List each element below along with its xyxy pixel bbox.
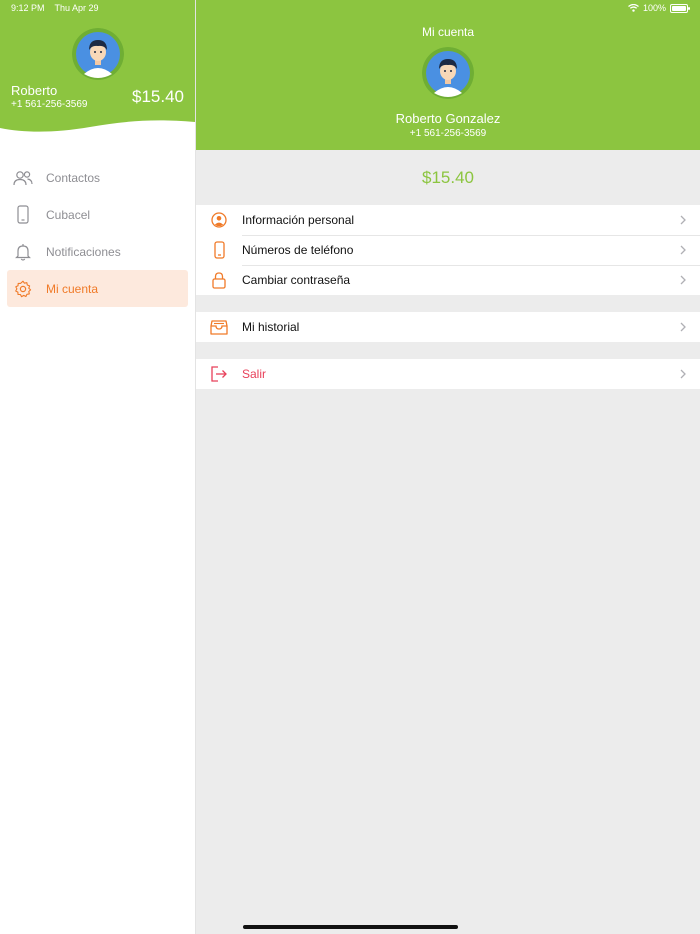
avatar[interactable] (72, 28, 124, 80)
account-header: Mi cuenta Roberto Gonzalez +1 561-256-35… (196, 0, 700, 150)
lock-icon (210, 271, 228, 289)
settings-group-account: Información personal Números de teléfono… (196, 205, 700, 295)
avatar[interactable] (422, 47, 474, 99)
user-phone: +1 561-256-3569 (409, 128, 487, 139)
sidebar-item-label: Notificaciones (46, 244, 121, 259)
sidebar-user-phone: +1 561-256-3569 (11, 99, 88, 110)
row-numeros-telefono[interactable]: Números de teléfono (196, 235, 700, 265)
sidebar-item-notificaciones[interactable]: Notificaciones (7, 233, 188, 270)
row-label: Información personal (242, 213, 355, 227)
settings-group-history: Mi historial (196, 312, 700, 342)
user-full-name: Roberto Gonzalez (395, 111, 501, 126)
chevron-right-icon (680, 275, 686, 285)
row-label: Números de teléfono (242, 243, 354, 257)
sidebar-user-name: Roberto (11, 83, 58, 98)
sidebar-balance: $15.40 (132, 87, 184, 106)
person-circle-icon (210, 211, 228, 229)
status-bar-right: 100% (628, 3, 690, 13)
row-label: Cambiar contraseña (242, 273, 351, 287)
main-panel: Mi cuenta Roberto Gonzalez +1 561-256-35… (196, 0, 700, 934)
sidebar-header: Roberto +1 561-256-3569 $15.40 (0, 0, 195, 140)
sidebar-item-label: Cubacel (46, 207, 91, 222)
group-separator (196, 342, 700, 359)
sidebar-menu: Contactos Cubacel Notificaciones Mi cuen… (0, 159, 195, 307)
phone-device-icon (13, 205, 33, 225)
row-mi-historial[interactable]: Mi historial (196, 312, 700, 342)
bell-icon (13, 242, 33, 262)
row-informacion-personal[interactable]: Información personal (196, 205, 700, 235)
wifi-icon (628, 4, 639, 12)
chevron-right-icon (680, 245, 686, 255)
chevron-right-icon (680, 215, 686, 225)
chevron-right-icon (680, 322, 686, 332)
sidebar: Roberto +1 561-256-3569 $15.40 Contactos… (0, 0, 196, 934)
sidebar-item-mi-cuenta[interactable]: Mi cuenta (7, 270, 188, 307)
sidebar-item-label: Mi cuenta (46, 281, 99, 296)
logout-button[interactable]: Salir (196, 359, 700, 389)
people-icon (13, 168, 33, 188)
status-bar-left: 9:12 PM Thu Apr 29 (11, 3, 109, 13)
chevron-right-icon (680, 369, 686, 379)
inbox-tray-icon (210, 318, 228, 336)
sidebar-item-label: Contactos (46, 170, 101, 185)
row-cambiar-contrasena[interactable]: Cambiar contraseña (196, 265, 700, 295)
page-title: Mi cuenta (421, 25, 475, 39)
settings-group-logout: Salir (196, 359, 700, 389)
sidebar-item-contactos[interactable]: Contactos (7, 159, 188, 196)
home-indicator[interactable] (243, 925, 458, 929)
row-label: Salir (242, 367, 267, 381)
logout-icon (210, 365, 228, 383)
group-separator (196, 295, 700, 312)
battery-percent: 100% (642, 3, 666, 13)
status-date: Thu Apr 29 (54, 3, 99, 13)
account-balance: $15.40 (422, 167, 474, 187)
row-label: Mi historial (242, 320, 300, 334)
status-time: 9:12 PM (11, 3, 45, 13)
sidebar-item-cubacel[interactable]: Cubacel (7, 196, 188, 233)
phone-device-icon (210, 241, 228, 259)
gear-icon (13, 279, 33, 299)
battery-icon (670, 3, 690, 13)
